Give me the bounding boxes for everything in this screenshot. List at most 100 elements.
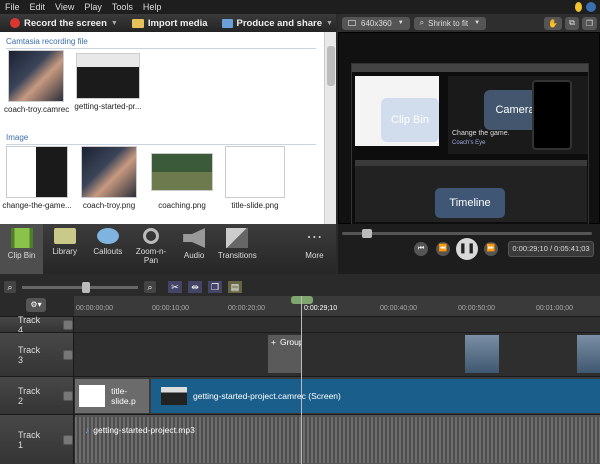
- film-icon: [10, 228, 33, 248]
- player-controls: ⏮ ⏪ ❚❚ ⏩ 0:00:29;10 / 0:05:41;03: [338, 224, 600, 274]
- preview-header: 640x360 ▼ ⌕ Shrink to fit ▼ ✋ ⧉ ❐: [338, 14, 600, 32]
- ruler-tick: 00:00:50;00: [458, 305, 495, 312]
- track-4: Track 4: [0, 315, 600, 335]
- scrollbar-thumb[interactable]: [327, 46, 335, 86]
- thumbnail: [225, 146, 285, 198]
- lock-icon[interactable]: [63, 319, 73, 330]
- thumbnail: [161, 387, 187, 405]
- zoom-slider[interactable]: [22, 281, 138, 293]
- tab-label: More: [305, 251, 324, 260]
- callout-clip[interactable]: [577, 335, 600, 373]
- title-slide-clip[interactable]: title-slide.p: [75, 379, 149, 413]
- menu-help[interactable]: Help: [138, 2, 167, 12]
- clip-thumb-coach-troy-png[interactable]: coach-troy.png: [76, 146, 142, 210]
- tab-clip-bin[interactable]: Clip Bin: [0, 224, 44, 274]
- thumbnail: [8, 50, 64, 102]
- skip-back-icon[interactable]: ⏮: [414, 242, 428, 256]
- tab-label: Library: [52, 247, 77, 256]
- tab-label: Zoom-n- Pan: [135, 247, 167, 265]
- cut-icon[interactable]: ✂: [168, 281, 182, 293]
- stage-timeline-area: Timeline: [355, 160, 587, 222]
- produce-share-button[interactable]: Produce and share ▼: [221, 18, 333, 29]
- track-lane[interactable]: [75, 317, 600, 332]
- film-strip-icon: [221, 18, 233, 28]
- group-label: Group: [279, 337, 302, 347]
- clip-thumb-title-slide[interactable]: title-slide.png: [222, 146, 288, 210]
- zoom-slider-thumb[interactable]: [82, 281, 90, 293]
- playhead[interactable]: [301, 296, 302, 464]
- thumbnail: [79, 385, 106, 407]
- clip-thumb-coaching-png[interactable]: coaching.png: [146, 146, 218, 210]
- callout-clip[interactable]: [465, 335, 499, 373]
- tab-zoom-n-pan[interactable]: Zoom-n- Pan: [129, 224, 172, 274]
- zoom-out-icon[interactable]: ⌕: [4, 281, 16, 293]
- paste-icon[interactable]: ▤: [228, 281, 242, 293]
- tab-more[interactable]: ⋯ More: [293, 224, 336, 274]
- tab-label: Audio: [183, 251, 205, 260]
- stage-phone: [532, 80, 572, 150]
- help-icon[interactable]: [586, 2, 596, 12]
- lock-icon[interactable]: [63, 390, 73, 401]
- menu-play[interactable]: Play: [79, 2, 107, 12]
- scrubber-thumb[interactable]: [362, 229, 372, 238]
- lock-icon[interactable]: [63, 349, 73, 360]
- pan-hand-icon[interactable]: ✋: [544, 16, 563, 30]
- record-screen-button[interactable]: Record the screen ▼: [10, 18, 118, 29]
- track-lane[interactable]: title-slide.p getting-started-project.ca…: [75, 377, 600, 414]
- group-clip[interactable]: + Group: [268, 335, 302, 373]
- lock-icon[interactable]: [63, 434, 73, 445]
- track-settings-gear-icon[interactable]: ⚙▾: [26, 298, 46, 312]
- zoom-fit-label: Shrink to fit: [428, 18, 469, 28]
- track-lane[interactable]: ♪ getting-started-project.mp3: [75, 415, 600, 464]
- track-lane[interactable]: + Group: [75, 333, 600, 376]
- crop-icon[interactable]: ⧉: [565, 16, 579, 30]
- zoom-in-icon[interactable]: ⌕: [144, 281, 156, 293]
- timeline-ruler[interactable]: 00:00:00;00 00:00:10;00 00:00:20;00 0:00…: [74, 296, 600, 316]
- clip-label: getting-started-pr...: [74, 102, 142, 111]
- menu-view[interactable]: View: [50, 2, 79, 12]
- plus-icon: +: [271, 337, 276, 347]
- clip-thumb-getting-started[interactable]: getting-started-pr...: [70, 50, 146, 111]
- pause-icon[interactable]: ❚❚: [456, 238, 478, 260]
- clip-bin-scrollbar[interactable]: [324, 32, 336, 224]
- menu-edit[interactable]: Edit: [25, 2, 51, 12]
- folder-icon: [131, 18, 144, 28]
- audio-clip[interactable]: ♪ getting-started-project.mp3: [75, 417, 600, 463]
- chevron-down-icon: ▼: [110, 19, 118, 27]
- timeline-toolbar: ⌕ ⌕ ✂ ⇹ ❐ ▤: [0, 278, 600, 296]
- tab-audio[interactable]: Audio: [173, 224, 216, 274]
- stage-titlebar: [352, 64, 588, 72]
- ruler-playhead-time: 0:00:29;10: [304, 305, 338, 312]
- speech-bubble-icon: [96, 228, 119, 244]
- thumbnail: [151, 153, 213, 191]
- screen-recording-clip[interactable]: getting-started-project.camrec (Screen): [151, 379, 600, 413]
- import-media-button[interactable]: Import media: [131, 18, 208, 29]
- tab-transitions[interactable]: Transitions: [216, 224, 259, 274]
- preview-canvas[interactable]: Clip Bin Camera Change the game. Coach's…: [338, 32, 600, 225]
- canvas-size-label: 640x360: [361, 18, 392, 28]
- clip-thumb-coach-troy-camrec[interactable]: coach-troy.camrec: [4, 50, 70, 114]
- playback-scrubber[interactable]: [342, 229, 592, 238]
- track-header: Track 3: [0, 333, 74, 376]
- divider: [6, 48, 316, 49]
- zoom-fit-dropdown[interactable]: ⌕ Shrink to fit ▼: [413, 16, 487, 30]
- playhead-handle[interactable]: [291, 296, 313, 304]
- copy-icon[interactable]: ❐: [208, 281, 222, 293]
- canvas-size-dropdown[interactable]: 640x360 ▼: [342, 16, 410, 30]
- tab-callouts[interactable]: Callouts: [86, 224, 129, 274]
- fast-forward-icon[interactable]: ⏩: [484, 242, 498, 256]
- lightbulb-icon[interactable]: [575, 2, 582, 12]
- tab-library[interactable]: Library: [43, 224, 86, 274]
- clip-thumb-change-the-game[interactable]: change-the-game...: [2, 146, 72, 210]
- clip-label: coach-troy.camrec: [4, 105, 70, 114]
- clip-label: change-the-game...: [2, 201, 72, 210]
- menu-tools[interactable]: Tools: [107, 2, 138, 12]
- detach-icon[interactable]: ❐: [581, 16, 597, 30]
- section-images-heading: Image: [6, 133, 29, 142]
- stage-clip-bin-area: Clip Bin: [355, 76, 439, 146]
- menu-file[interactable]: File: [0, 2, 25, 12]
- rewind-icon[interactable]: ⏪: [436, 242, 450, 256]
- split-icon[interactable]: ⇹: [188, 281, 202, 293]
- ruler-tick: 00:00:10;00: [152, 305, 189, 312]
- speaker-icon: [183, 228, 206, 248]
